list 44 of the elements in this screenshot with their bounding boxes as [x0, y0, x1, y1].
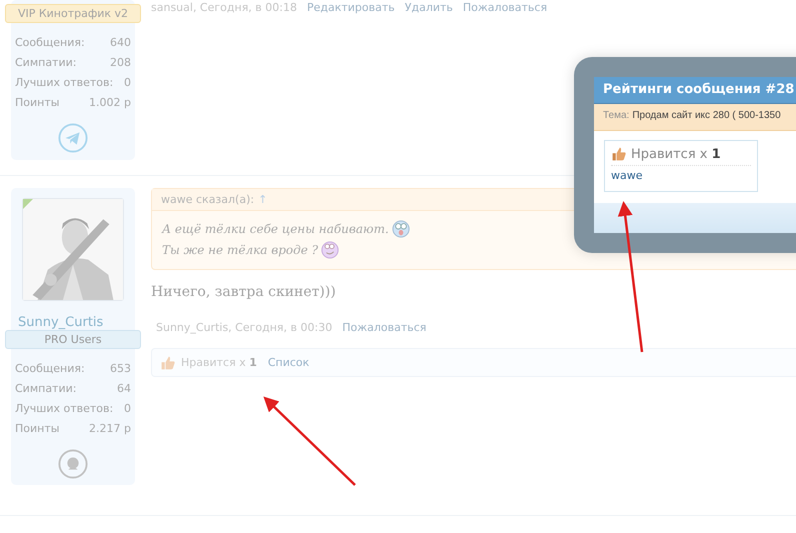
thumbs-up-icon — [611, 146, 627, 162]
message-text: Ничего, завтра скинет))) — [151, 284, 337, 300]
action-link[interactable]: Удалить — [404, 1, 453, 14]
stat-label: Симпатии: — [15, 381, 76, 397]
topic-title: Продам сайт икс 280 ( 500-1350 — [632, 110, 781, 121]
stat-value: 64 — [117, 381, 131, 397]
stat-label: Симпатии: — [15, 55, 76, 71]
stat-label: Поинты — [15, 95, 60, 111]
post-meta: Sunny_Curtis, Сегодня, в 00:30 — [156, 321, 332, 334]
stat-value: 653 — [110, 361, 131, 377]
action-link[interactable]: Пожаловаться — [342, 321, 426, 334]
smiley-icon — [321, 240, 340, 258]
user-icon[interactable] — [58, 449, 88, 479]
jump-link[interactable]: ↑ — [258, 193, 268, 206]
stat-value: 208 — [110, 55, 131, 71]
stat-label: Поинты — [15, 421, 60, 437]
likes-count: Нравится x 1 — [181, 356, 257, 369]
shocked-smiley-icon — [392, 220, 410, 238]
stat-label: Сообщения: — [15, 35, 85, 51]
stat-value: 0 — [124, 401, 131, 417]
topic-label: Тема: — [603, 110, 630, 121]
thumbs-up-icon — [160, 354, 176, 370]
stat-value: 640 — [110, 35, 131, 51]
stat-value: 2.217 р — [89, 421, 131, 437]
quote-text: Ты же не тёлка вроде ? — [162, 242, 318, 256]
post-meta: sansual, Сегодня, в 00:18 — [151, 1, 297, 14]
stat-value: 0 — [124, 75, 131, 91]
corner-marker — [23, 199, 33, 209]
stat-value: 1.002 р — [89, 95, 131, 111]
stat-label: Сообщения: — [15, 361, 85, 377]
telegram-icon[interactable] — [58, 123, 88, 153]
action-link[interactable]: Редактировать — [306, 1, 395, 14]
dialog-title: Рейтинги сообщения #28 — [594, 77, 796, 104]
author-name[interactable]: Sunny_Curtis — [18, 315, 104, 330]
list-link[interactable]: Список — [268, 356, 310, 369]
stat-label: Лучших ответов: — [15, 401, 114, 417]
quote-author: wawe сказал(а): — [161, 193, 254, 206]
user-link[interactable]: wawe — [611, 169, 751, 182]
user-title-badge: PRO Users — [5, 330, 141, 349]
stat-label: Лучших ответов: — [15, 75, 114, 91]
quote-text: А ещё тёлки себе цены набивают. — [162, 222, 389, 236]
user-title-badge: VIP Кинотрафик v2 — [5, 4, 141, 23]
action-link[interactable]: Пожаловаться — [462, 1, 548, 14]
rating-count: Нравится x 1 — [631, 146, 721, 162]
